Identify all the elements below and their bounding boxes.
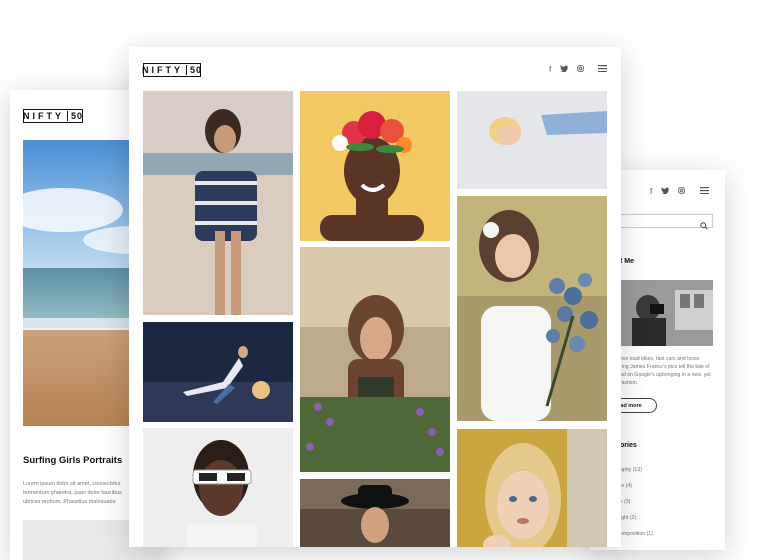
search-icon[interactable] [700,217,708,235]
photo-woman-black-hat[interactable] [300,479,450,547]
photographer-photo[interactable] [620,280,713,346]
photo-woman-blanket-beach[interactable] [143,91,293,315]
instagram-icon[interactable] [678,187,685,196]
excerpt-line: ultrices pretium. Phasellus malesuada [23,499,116,505]
facebook-icon[interactable]: f [650,187,652,196]
social-icons: f [650,187,710,196]
photo-blonde-portrait[interactable] [457,429,607,547]
post-title[interactable]: Surfing Girls Portraits [23,455,122,466]
instagram-icon[interactable] [577,65,584,74]
hamburger-menu-icon[interactable] [598,65,608,74]
excerpt-line: fermentum pharetra, justo dolor faucibus [23,490,122,496]
about-line: fashion. [620,380,639,386]
category-item[interactable]: aphy (13) [620,462,653,478]
logo-number: 50 [186,65,202,75]
photo-woman-sunglasses[interactable] [143,428,293,547]
excerpt-line: Lorem ipsum dolor sit amet, consectetur [23,481,121,487]
site-logo[interactable]: NIFTY 50 [23,109,83,123]
photo-bride-blue-flowers[interactable] [457,196,607,421]
logo-text: NIFTY [23,111,64,121]
about-line: ad on Google's upbringing in a new, yet [620,372,711,378]
facebook-icon[interactable]: f [549,65,551,74]
site-logo[interactable]: NIFTY 50 [142,63,202,77]
hamburger-menu-icon[interactable] [700,187,710,196]
post-excerpt: Lorem ipsum dolor sit amet, consectetur … [23,480,122,507]
about-text: ove loud bikes, fast cars and loose ring… [620,355,711,387]
category-item[interactable]: s (3) [620,494,653,510]
photo-woman-flower-crown[interactable] [300,91,450,241]
about-heading: t Me [620,258,634,265]
categories-heading: ories [620,442,637,449]
category-item[interactable]: te (4) [620,478,653,494]
twitter-icon[interactable] [560,65,569,74]
logo-number: 50 [67,111,83,121]
photo-dancer-night[interactable] [143,322,293,422]
categories-list: aphy (13) te (4) s (3) ight (2) ompositi… [620,462,653,542]
photo-woman-lying-white[interactable] [457,91,607,189]
twitter-icon[interactable] [661,187,670,196]
category-item[interactable]: omposition (1) [620,526,653,542]
social-icons: f [549,65,608,74]
logo-text: NIFTY [142,65,183,75]
category-item[interactable]: ight (2) [620,510,653,526]
photo-woman-lavender-field[interactable] [300,247,450,472]
main-page-preview: NIFTY 50 f [129,47,621,547]
about-line: ove loud bikes, fast cars and loose [620,356,700,362]
read-more-label: ad more [620,402,642,409]
about-line: ring James Franco's pics tell the tale o… [620,364,710,370]
